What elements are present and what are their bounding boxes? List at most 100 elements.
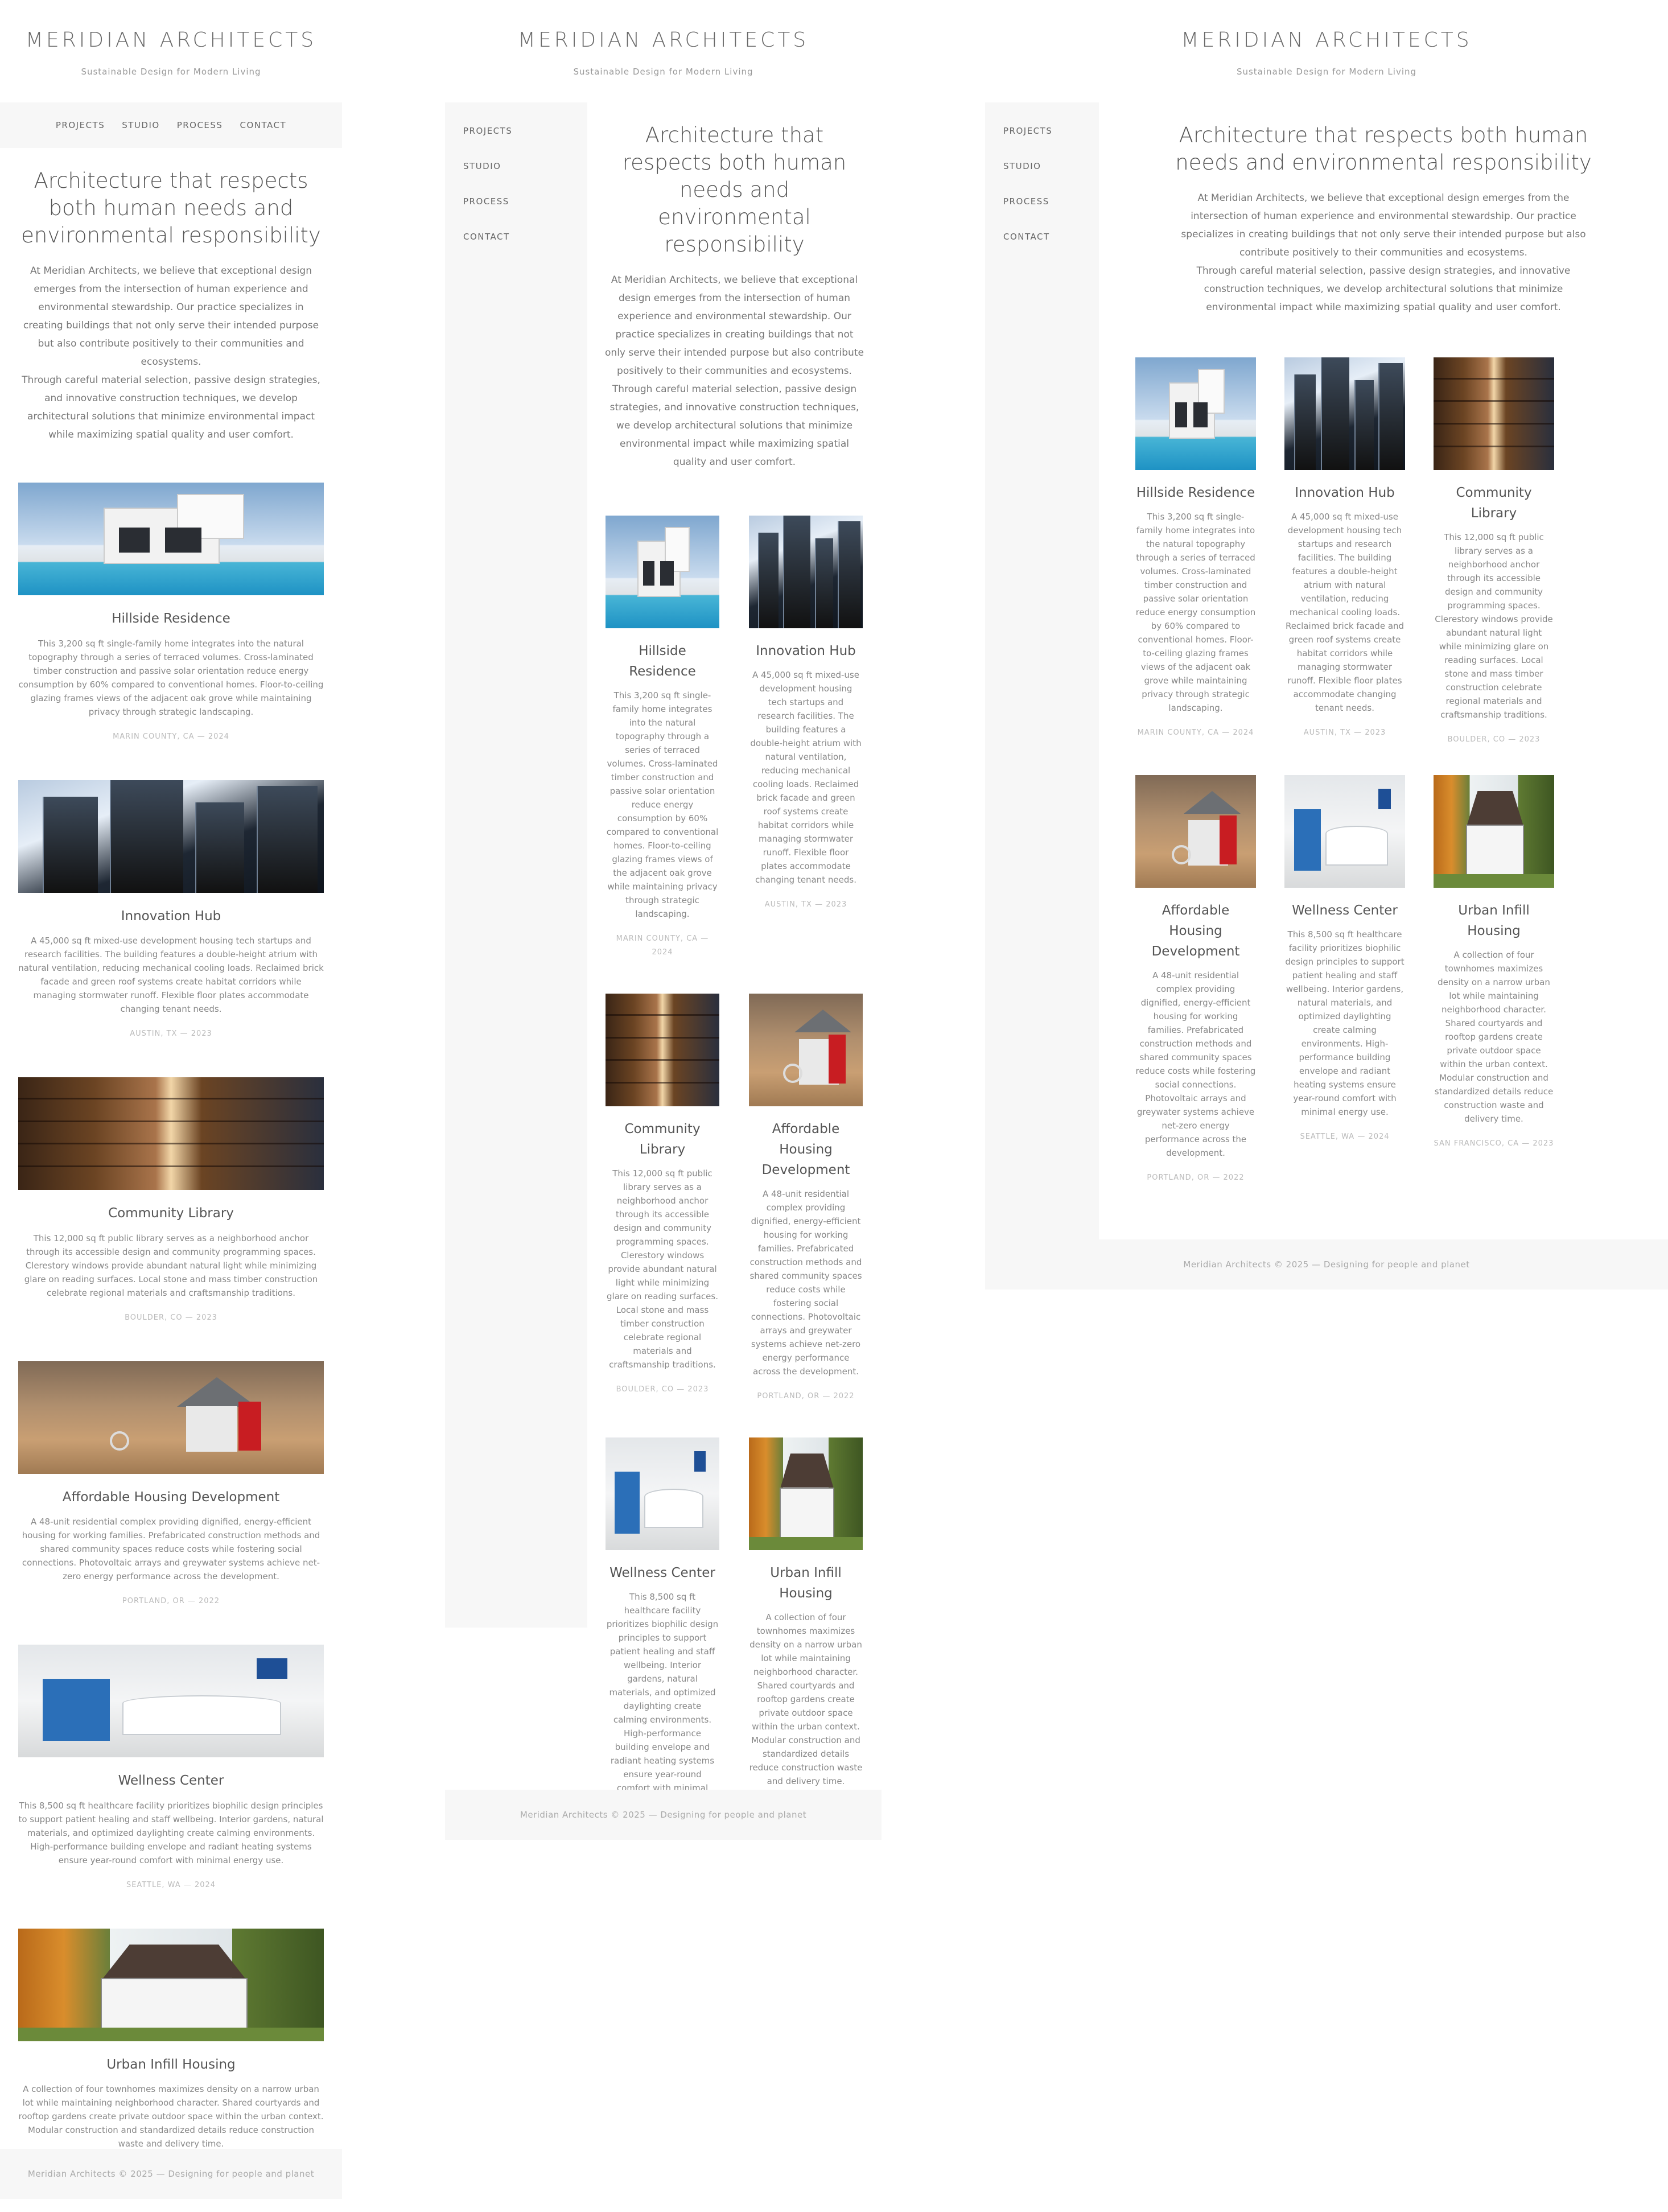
project-meta: MARIN COUNTY, CA — 2024 [1137, 728, 1254, 738]
project-title[interactable]: Wellness Center [18, 1771, 324, 1791]
project-image[interactable] [1434, 357, 1554, 471]
intro-paragraph: At Meridian Architects, we believe that … [605, 274, 864, 377]
nav-studio[interactable]: STUDIO [1003, 155, 1099, 190]
project-title[interactable]: Urban Infill Housing [749, 1563, 863, 1604]
brand-name[interactable]: MERIDIAN ARCHITECTS [0, 28, 342, 52]
project-meta: PORTLAND, OR — 2022 [122, 1597, 220, 1606]
project-card[interactable]: Urban Infill Housing A collection of fou… [749, 1437, 863, 1834]
project-title[interactable]: Community Library [1434, 483, 1554, 524]
project-title[interactable]: Affordable Housing Development [1135, 900, 1256, 962]
project-image[interactable] [1135, 775, 1256, 888]
project-image[interactable] [1284, 357, 1405, 471]
intro-section: Architecture that respects both human ne… [0, 148, 342, 444]
main-content: Architecture that respects both human ne… [1099, 102, 1668, 1185]
project-image[interactable] [18, 780, 324, 893]
nav-projects[interactable]: PROJECTS [463, 120, 587, 155]
site-footer: Meridian Architects © 2025 — Designing f… [0, 2149, 342, 2199]
project-card[interactable]: Affordable Housing Development A 48-unit… [1135, 775, 1256, 1185]
project-title[interactable]: Hillside Residence [18, 609, 324, 629]
side-nav: PROJECTS STUDIO PROCESS CONTACT [985, 102, 1099, 1241]
project-title[interactable]: Innovation Hub [1284, 483, 1405, 503]
project-card[interactable]: Hillside Residence This 3,200 sq ft sing… [606, 516, 719, 959]
main-nav: PROJECTS STUDIO PROCESS CONTACT [0, 102, 342, 148]
project-title[interactable]: Innovation Hub [749, 641, 863, 661]
brand-tagline: Sustainable Design for Modern Living [573, 67, 753, 77]
project-title[interactable]: Wellness Center [1284, 900, 1405, 921]
intro-paragraph: At Meridian Architects, we believe that … [1181, 192, 1586, 259]
nav-contact[interactable]: CONTACT [240, 120, 286, 130]
project-title[interactable]: Urban Infill Housing [18, 2055, 324, 2075]
nav-process[interactable]: PROCESS [177, 120, 223, 130]
project-card[interactable]: Innovation Hub A 45,000 sq ft mixed-use … [1284, 357, 1405, 747]
project-meta: MARIN COUNTY, CA — 2024 [616, 934, 709, 957]
project-card[interactable]: Wellness Center This 8,500 sq ft healthc… [1284, 775, 1405, 1185]
project-description: A collection of four townhomes maximizes… [1434, 950, 1554, 1124]
project-description: This 8,500 sq ft healthcare facility pri… [1285, 929, 1405, 1118]
nav-projects[interactable]: PROJECTS [56, 120, 105, 130]
project-image[interactable] [606, 516, 719, 629]
project-description: This 12,000 sq ft public library serves … [607, 1168, 718, 1370]
brand-name[interactable]: MERIDIAN ARCHITECTS [445, 28, 882, 52]
project-meta: PORTLAND, OR — 2022 [1147, 1173, 1245, 1183]
nav-contact[interactable]: CONTACT [1003, 225, 1099, 261]
project-card[interactable]: Urban Infill Housing A collection of fou… [1434, 775, 1554, 1185]
project-card[interactable]: Community Library This 12,000 sq ft publ… [18, 1077, 324, 1325]
project-image[interactable] [18, 1645, 324, 1758]
site-footer: Meridian Architects © 2025 — Designing f… [445, 1790, 882, 1840]
nav-projects[interactable]: PROJECTS [1003, 120, 1099, 155]
nav-process[interactable]: PROCESS [1003, 190, 1099, 225]
project-image[interactable] [1434, 775, 1554, 888]
project-meta: BOULDER, CO — 2023 [125, 1313, 217, 1322]
project-description: This 8,500 sq ft healthcare facility pri… [18, 1800, 324, 1865]
project-image[interactable] [18, 1361, 324, 1474]
project-card[interactable]: Innovation Hub A 45,000 sq ft mixed-use … [18, 780, 324, 1041]
project-image[interactable] [18, 483, 324, 596]
project-list: Hillside Residence This 3,200 sq ft sing… [0, 483, 342, 2176]
project-image[interactable] [18, 1928, 324, 2041]
project-image[interactable] [749, 1437, 863, 1551]
project-card[interactable]: Innovation Hub A 45,000 sq ft mixed-use … [749, 516, 863, 959]
project-card[interactable]: Community Library This 12,000 sq ft publ… [1434, 357, 1554, 747]
project-image[interactable] [606, 1437, 719, 1551]
project-description: A collection of four townhomes maximizes… [749, 1612, 863, 1787]
project-title[interactable]: Affordable Housing Development [18, 1488, 324, 1507]
project-card[interactable]: Affordable Housing Development A 48-unit… [749, 994, 863, 1403]
intro-section: Architecture that respects both human ne… [587, 102, 882, 471]
project-title[interactable]: Community Library [18, 1204, 324, 1224]
project-description: This 12,000 sq ft public library serves … [24, 1233, 318, 1298]
intro-paragraph: Through careful material selection, pass… [1196, 265, 1571, 314]
project-title[interactable]: Urban Infill Housing [1434, 900, 1554, 941]
project-description: A collection of four townhomes maximizes… [18, 2084, 324, 2149]
nav-studio[interactable]: STUDIO [122, 120, 159, 130]
project-card[interactable]: Wellness Center This 8,500 sq ft healthc… [606, 1437, 719, 1834]
project-card[interactable]: Wellness Center This 8,500 sq ft healthc… [18, 1645, 324, 1892]
project-title[interactable]: Hillside Residence [1135, 483, 1256, 503]
project-image[interactable] [606, 994, 719, 1107]
project-description: A 48-unit residential complex providing … [22, 1517, 320, 1582]
nav-studio[interactable]: STUDIO [463, 155, 587, 190]
project-title[interactable]: Hillside Residence [606, 641, 719, 682]
project-title[interactable]: Community Library [606, 1119, 719, 1160]
intro-heading: Architecture that respects both human ne… [622, 123, 847, 257]
project-image[interactable] [1135, 357, 1256, 471]
site-footer: Meridian Architects © 2025 — Designing f… [985, 1239, 1668, 1290]
project-title[interactable]: Affordable Housing Development [749, 1119, 863, 1180]
project-image[interactable] [1284, 775, 1405, 888]
site-header: MERIDIAN ARCHITECTS Sustainable Design f… [985, 0, 1668, 102]
project-image[interactable] [749, 516, 863, 629]
project-description: A 45,000 sq ft mixed-use development hou… [750, 670, 862, 885]
brand-name[interactable]: MERIDIAN ARCHITECTS [985, 28, 1668, 52]
nav-contact[interactable]: CONTACT [463, 225, 587, 261]
project-card[interactable]: Urban Infill Housing A collection of fou… [18, 1928, 324, 2176]
project-title[interactable]: Wellness Center [606, 1563, 719, 1583]
intro-heading: Architecture that respects both human ne… [1175, 123, 1592, 175]
project-card[interactable]: Hillside Residence This 3,200 sq ft sing… [1135, 357, 1256, 747]
nav-process[interactable]: PROCESS [463, 190, 587, 225]
project-card[interactable]: Affordable Housing Development A 48-unit… [18, 1361, 324, 1609]
project-title[interactable]: Innovation Hub [18, 907, 324, 926]
intro-heading: Architecture that respects both human ne… [21, 168, 321, 248]
project-image[interactable] [749, 994, 863, 1107]
project-card[interactable]: Hillside Residence This 3,200 sq ft sing… [18, 483, 324, 744]
project-image[interactable] [18, 1077, 324, 1191]
project-card[interactable]: Community Library This 12,000 sq ft publ… [606, 994, 719, 1403]
